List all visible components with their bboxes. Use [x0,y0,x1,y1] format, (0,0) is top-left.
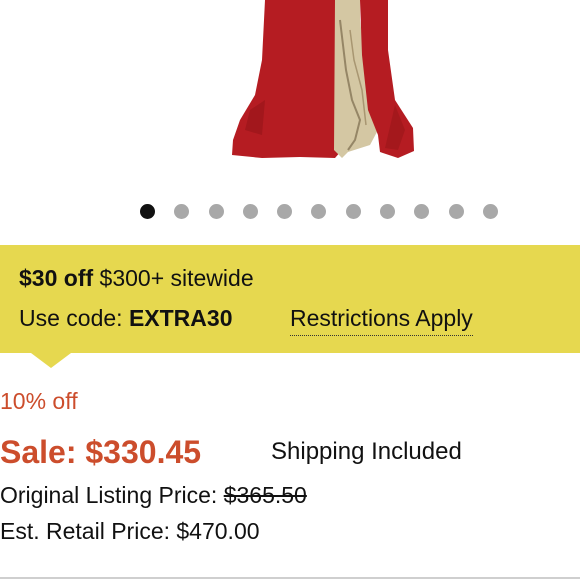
carousel-dot[interactable] [242,204,258,219]
carousel-dot[interactable] [482,204,498,219]
dress-photo [232,0,414,158]
original-price-value: $365.50 [223,482,307,508]
sale-label: Sale: [0,434,77,470]
retail-price-label: Est. Retail Price: [0,518,170,544]
promo-offer-amount: $30 off [19,265,94,291]
retail-price: Est. Retail Price: $470.00 [0,518,260,545]
carousel-dot[interactable] [140,204,155,219]
carousel-dot[interactable] [311,204,327,219]
promo-offer: $30 off $300+ sitewide [19,265,254,292]
promo-code: Use code: EXTRA30 [19,305,233,332]
promo-code-value: EXTRA30 [128,305,233,331]
carousel-dot[interactable] [174,204,190,219]
original-price: Original Listing Price: $365.50 [0,482,307,509]
promo-pointer [31,353,71,368]
discount-label: 10% off [0,388,78,414]
promo-banner: $30 off $300+ sitewide Use code: EXTRA30… [0,245,580,353]
original-price-label: Original Listing Price: [0,482,218,508]
shipping-info: Shipping Included [271,438,462,465]
carousel-dot[interactable] [448,204,464,219]
carousel-dot[interactable] [380,204,396,219]
carousel-dot[interactable] [345,204,361,219]
carousel-dots [140,204,498,220]
sale-price: Sale: $330.45 [0,434,201,471]
promo-offer-condition: $300+ sitewide [99,265,254,291]
promo-code-label: Use code: [19,305,123,331]
carousel-dot[interactable] [277,204,293,219]
divider [0,577,580,579]
carousel-dot[interactable] [414,204,430,219]
retail-price-value: $470.00 [176,518,260,544]
product-image[interactable] [0,0,580,190]
sale-amount: $330.45 [85,434,202,470]
carousel-dot[interactable] [208,204,224,219]
restrictions-link[interactable]: Restrictions Apply [290,305,473,336]
